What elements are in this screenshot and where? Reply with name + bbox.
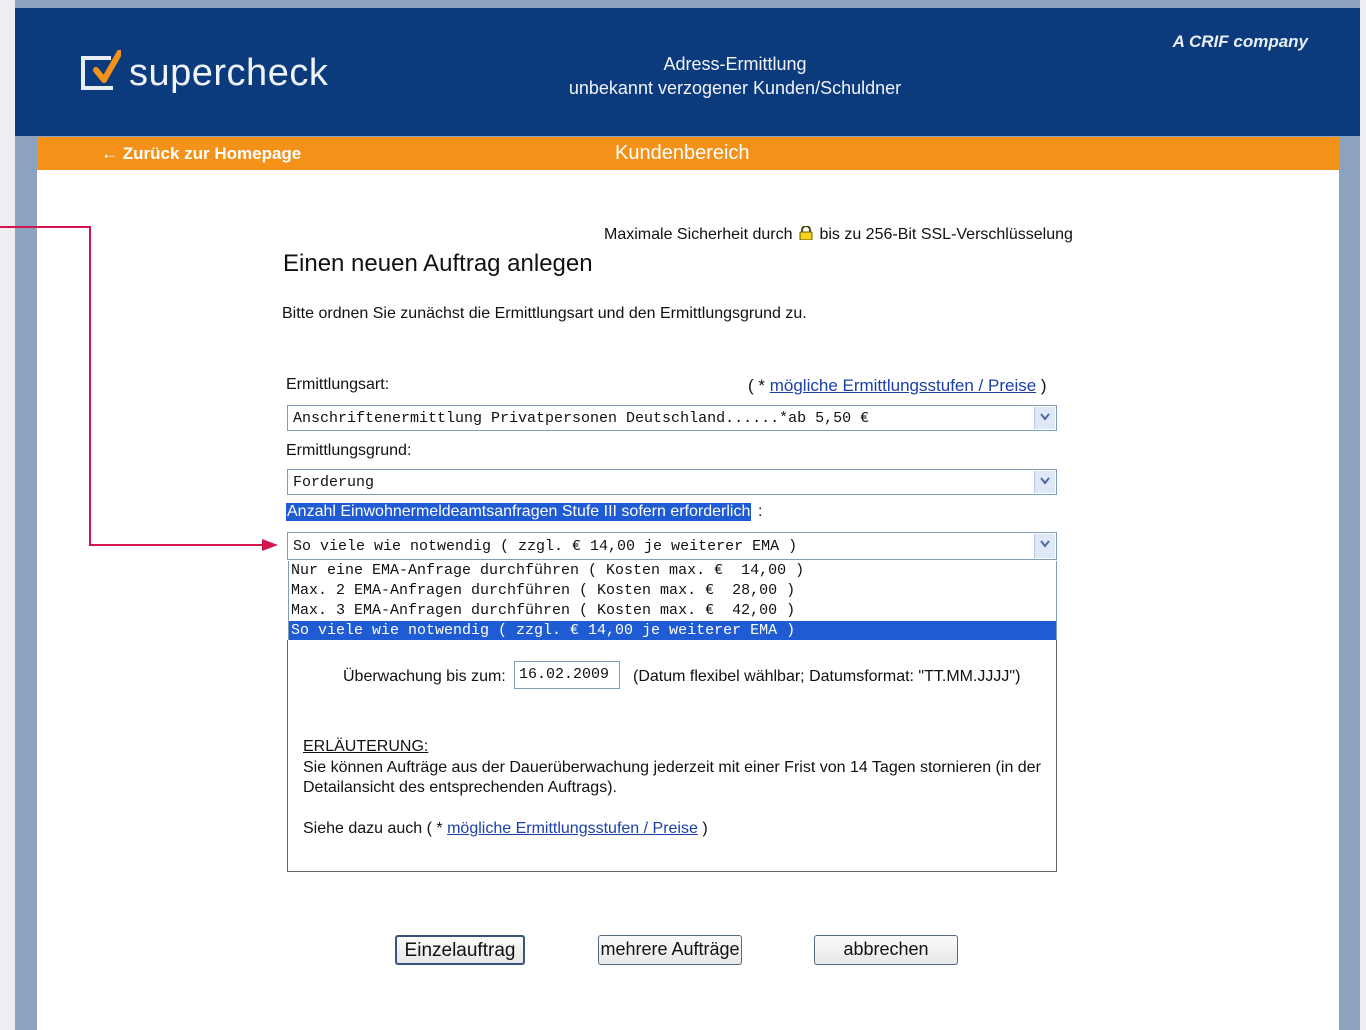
logo-text: supercheck [129, 52, 329, 94]
ema-option-3[interactable]: Max. 3 EMA-Anfragen durchführen ( Kosten… [289, 601, 1056, 621]
price-hint: ( * mögliche Ermittlungsstufen / Preise … [748, 376, 1047, 395]
main-content: Maximale Sicherheit durch bis zu 256-Bit… [37, 170, 1339, 1030]
security-note: Maximale Sicherheit durch bis zu 256-Bit… [604, 226, 1073, 243]
date-format-hint: (Datum flexibel wählbar; Datumsformat: "… [633, 668, 1021, 685]
monitoring-date-input[interactable]: 16.02.2009 [514, 661, 620, 689]
right-margin [1360, 0, 1366, 1030]
back-to-homepage-link[interactable]: ← Zurück zur Homepage [101, 144, 301, 164]
ermittlungsart-label: Ermittlungsart: [286, 376, 390, 393]
ema-option-4[interactable]: So viele wie notwendig ( zzgl. € 14,00 j… [289, 621, 1056, 641]
dropdown-arrow-icon[interactable] [1034, 534, 1055, 558]
header-title: Adress-Ermittlung unbekannt verzogener K… [568, 54, 902, 98]
dropdown-arrow-icon[interactable] [1034, 407, 1055, 429]
see-also-text: Siehe dazu auch ( * mögliche Ermittlungs… [303, 820, 708, 837]
dropdown-arrow-icon[interactable] [1034, 471, 1055, 493]
ema-options-list: Nur eine EMA-Anfrage durchführen ( Koste… [288, 561, 1057, 641]
ema-count-label: Anzahl Einwohnermeldeamtsanfragen Stufe … [286, 503, 752, 521]
site-header: supercheck Adress-Ermittlung unbekannt v… [15, 8, 1360, 136]
crif-logo: A CRIF company [1172, 32, 1308, 51]
section-title: Kundenbereich [615, 142, 750, 164]
explanation-text: Sie können Aufträge aus der Dauerüberwac… [303, 759, 1041, 796]
ermittlungsgrund-select[interactable]: Forderung [287, 469, 1057, 495]
single-order-button[interactable]: Einzelauftrag [395, 935, 525, 965]
multiple-orders-button[interactable]: mehrere Aufträge [598, 935, 742, 965]
ema-option-1[interactable]: Nur eine EMA-Anfrage durchführen ( Koste… [289, 561, 1056, 581]
supercheck-logo[interactable]: supercheck [81, 50, 341, 102]
left-margin [0, 0, 15, 1030]
ermittlungsart-select[interactable]: Anschriftenermittlung Privatpersonen Deu… [287, 405, 1057, 431]
page-title: Einen neuen Auftrag anlegen [283, 250, 593, 277]
lock-icon [799, 226, 813, 240]
ema-option-2[interactable]: Max. 2 EMA-Anfragen durchführen ( Kosten… [289, 581, 1056, 601]
cancel-button[interactable]: abbrechen [814, 935, 958, 965]
ermittlungsgrund-label: Ermittlungsgrund: [286, 442, 412, 459]
ema-count-select[interactable]: So viele wie notwendig ( zzgl. € 14,00 j… [287, 532, 1057, 560]
monitoring-label: Überwachung bis zum: [343, 668, 506, 685]
see-also-price-link[interactable]: mögliche Ermittlungsstufen / Preise [447, 820, 698, 837]
checkmark-icon [93, 50, 121, 83]
monitoring-panel: Überwachung bis zum: 16.02.2009 (Datum f… [287, 640, 1057, 872]
explanation-title: ERLÄUTERUNG: [303, 738, 429, 755]
navigation-bar: ← Zurück zur Homepage Kundenbereich [37, 137, 1339, 170]
price-levels-link[interactable]: mögliche Ermittlungsstufen / Preise [770, 376, 1036, 395]
intro-text: Bitte ordnen Sie zunächst die Ermittlung… [282, 305, 807, 322]
